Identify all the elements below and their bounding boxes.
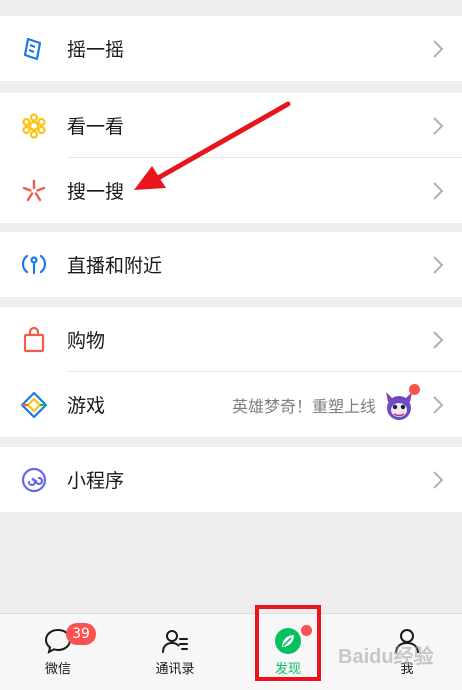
group-shake: 摇一摇: [0, 16, 462, 81]
group-live-nearby: 直播和附近: [0, 232, 462, 297]
games-icon: [20, 391, 48, 419]
tab-chats[interactable]: 微信 39: [18, 614, 98, 690]
group-shopping-games: 购物 游戏 英雄梦奇！重塑上线: [0, 307, 462, 437]
contacts-icon: [160, 626, 190, 656]
menu-item-shopping-label: 购物: [67, 330, 106, 352]
game-notification-dot: [409, 384, 420, 395]
menu-item-games[interactable]: 游戏 英雄梦奇！重塑上线: [0, 372, 462, 437]
menu-item-games-label: 游戏: [67, 395, 106, 417]
menu-item-live-nearby-label: 直播和附近: [67, 255, 163, 277]
menu-item-live-nearby[interactable]: 直播和附近: [0, 232, 462, 297]
group-look-search: 看一看 搜一搜: [0, 93, 462, 223]
group-miniprogram: 小程序: [0, 447, 462, 512]
live-nearby-icon: [20, 251, 48, 279]
game-mascot-icon: [382, 384, 420, 422]
shopping-bag-icon: [20, 326, 48, 354]
menu-item-shopping[interactable]: 购物: [0, 307, 462, 372]
tab-chats-label: 微信: [44, 662, 71, 677]
menu-item-search[interactable]: 搜一搜: [0, 158, 462, 223]
chevron-right-icon: [432, 330, 444, 350]
tab-contacts[interactable]: 通讯录: [135, 614, 215, 690]
menu-item-search-label: 搜一搜: [67, 181, 125, 203]
baidu-watermark: Baidu经验: [338, 646, 434, 668]
menu-item-shake[interactable]: 摇一摇: [0, 16, 462, 81]
menu-item-shake-label: 摇一摇: [67, 39, 125, 61]
chevron-right-icon: [432, 395, 444, 415]
shake-icon: [20, 35, 48, 63]
chevron-right-icon: [432, 470, 444, 490]
menu-item-miniprogram[interactable]: 小程序: [0, 447, 462, 512]
menu-item-look[interactable]: 看一看: [0, 93, 462, 158]
search-sparkle-icon: [20, 177, 48, 205]
chevron-right-icon: [432, 116, 444, 136]
chevron-right-icon: [432, 181, 444, 201]
tab-contacts-label: 通讯录: [155, 662, 195, 677]
annotation-highlight-box: [255, 605, 321, 681]
look-icon: [20, 112, 48, 140]
chevron-right-icon: [432, 39, 444, 59]
unread-count-badge: 39: [66, 623, 96, 645]
menu-item-look-label: 看一看: [67, 116, 125, 138]
games-promo-text: 英雄梦奇！重塑上线: [231, 396, 376, 416]
chevron-right-icon: [432, 255, 444, 275]
menu-item-miniprogram-label: 小程序: [67, 470, 125, 492]
miniprogram-icon: [20, 466, 48, 494]
